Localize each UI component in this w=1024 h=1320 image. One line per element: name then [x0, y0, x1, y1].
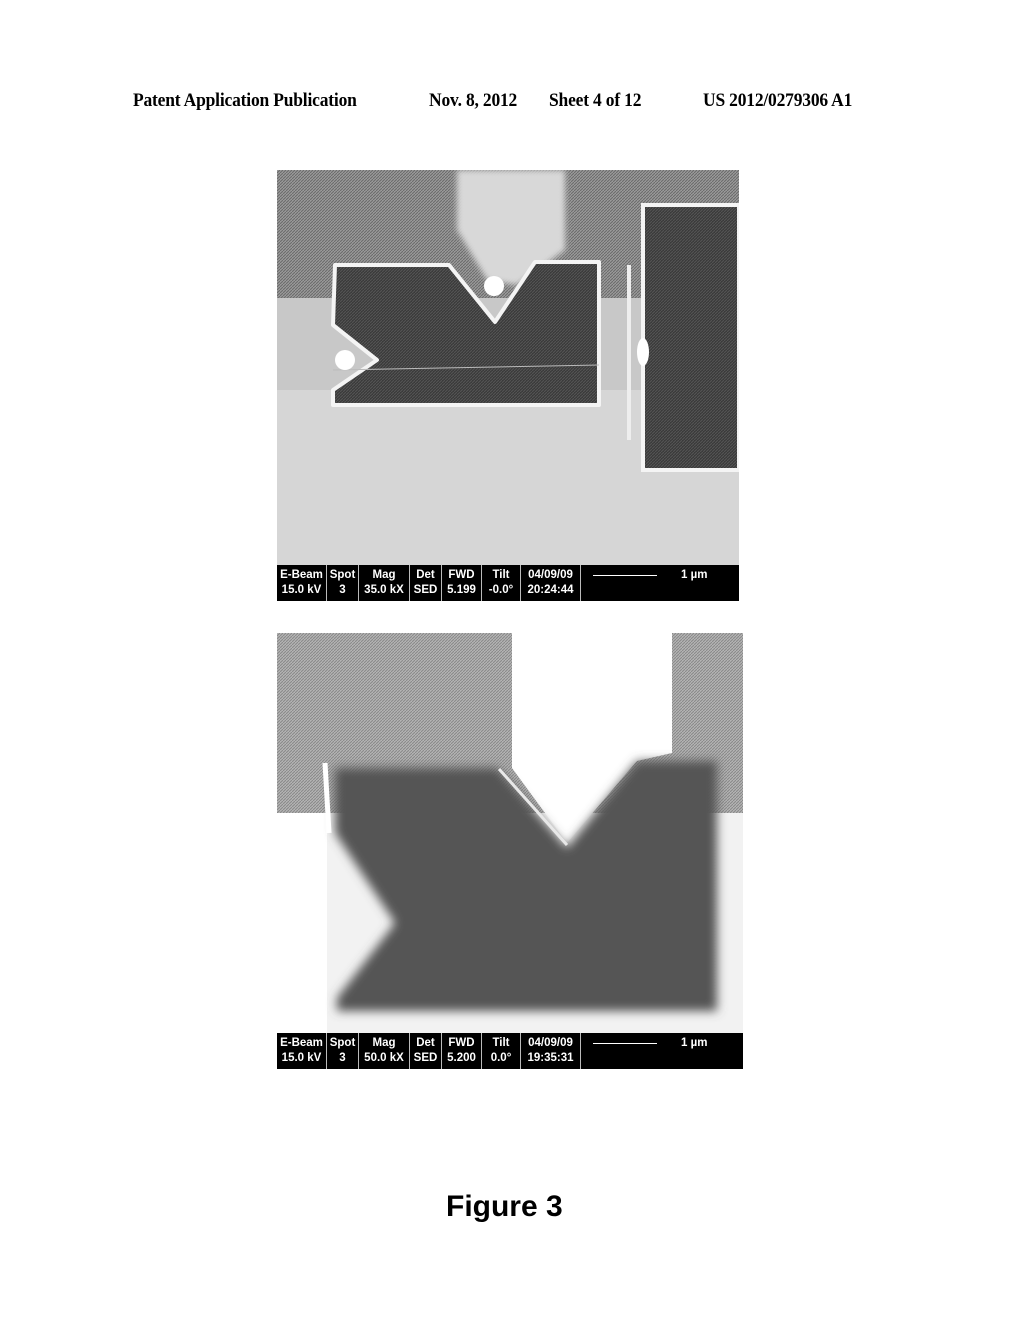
- publication-date: Nov. 8, 2012: [429, 90, 518, 111]
- info-cell-fwd: FWD 5.200: [442, 1033, 482, 1069]
- sem-micrograph-top: [277, 170, 739, 565]
- patent-number: US 2012/0279306 A1: [703, 90, 853, 111]
- info-cell-scale: 1 µm: [581, 1033, 743, 1069]
- sem-image-bottom: E-Beam 15.0 kV Spot 3 Mag 50.0 kX Det SED FW…: [277, 633, 743, 1069]
- scale-bar: [593, 1043, 657, 1044]
- scale-bar: [593, 575, 657, 576]
- info-cell-fwd: FWD 5.199: [442, 565, 482, 601]
- info-cell-tilt: Tilt -0.0°: [482, 565, 521, 601]
- figure-caption: Figure 3: [446, 1190, 563, 1223]
- info-cell-spot: Spot 3: [327, 1033, 359, 1069]
- info-cell-mag: Mag 35.0 kX: [359, 565, 410, 601]
- info-cell-datetime: 04/09/09 20:24:44: [521, 565, 581, 601]
- info-cell-det: Det SED: [410, 1033, 442, 1069]
- sem-info-bar: E-Beam 15.0 kV Spot 3 Mag 35.0 kX Det SED FW…: [277, 565, 739, 601]
- sem-info-bar: E-Beam 15.0 kV Spot 3 Mag 50.0 kX Det SED FW…: [277, 1033, 743, 1069]
- info-cell-det: Det SED: [410, 565, 442, 601]
- info-cell-spot: Spot 3: [327, 565, 359, 601]
- info-cell-scale: 1 µm: [581, 565, 739, 601]
- scale-bar-label: 1 µm: [681, 1037, 708, 1049]
- info-cell-datetime: 04/09/09 19:35:31: [521, 1033, 581, 1069]
- sem-image-top: E-Beam 15.0 kV Spot 3 Mag 35.0 kX Det SED FW…: [277, 170, 739, 601]
- sheet-number: Sheet 4 of 12: [549, 90, 642, 111]
- info-cell-tilt: Tilt 0.0°: [482, 1033, 521, 1069]
- info-cell-ebeam: E-Beam 15.0 kV: [277, 1033, 327, 1069]
- scale-bar-label: 1 µm: [681, 569, 708, 581]
- info-cell-mag: Mag 50.0 kX: [359, 1033, 410, 1069]
- publication-type: Patent Application Publication: [133, 90, 357, 111]
- sem-micrograph-bottom: [277, 633, 743, 1033]
- info-cell-ebeam: E-Beam 15.0 kV: [277, 565, 327, 601]
